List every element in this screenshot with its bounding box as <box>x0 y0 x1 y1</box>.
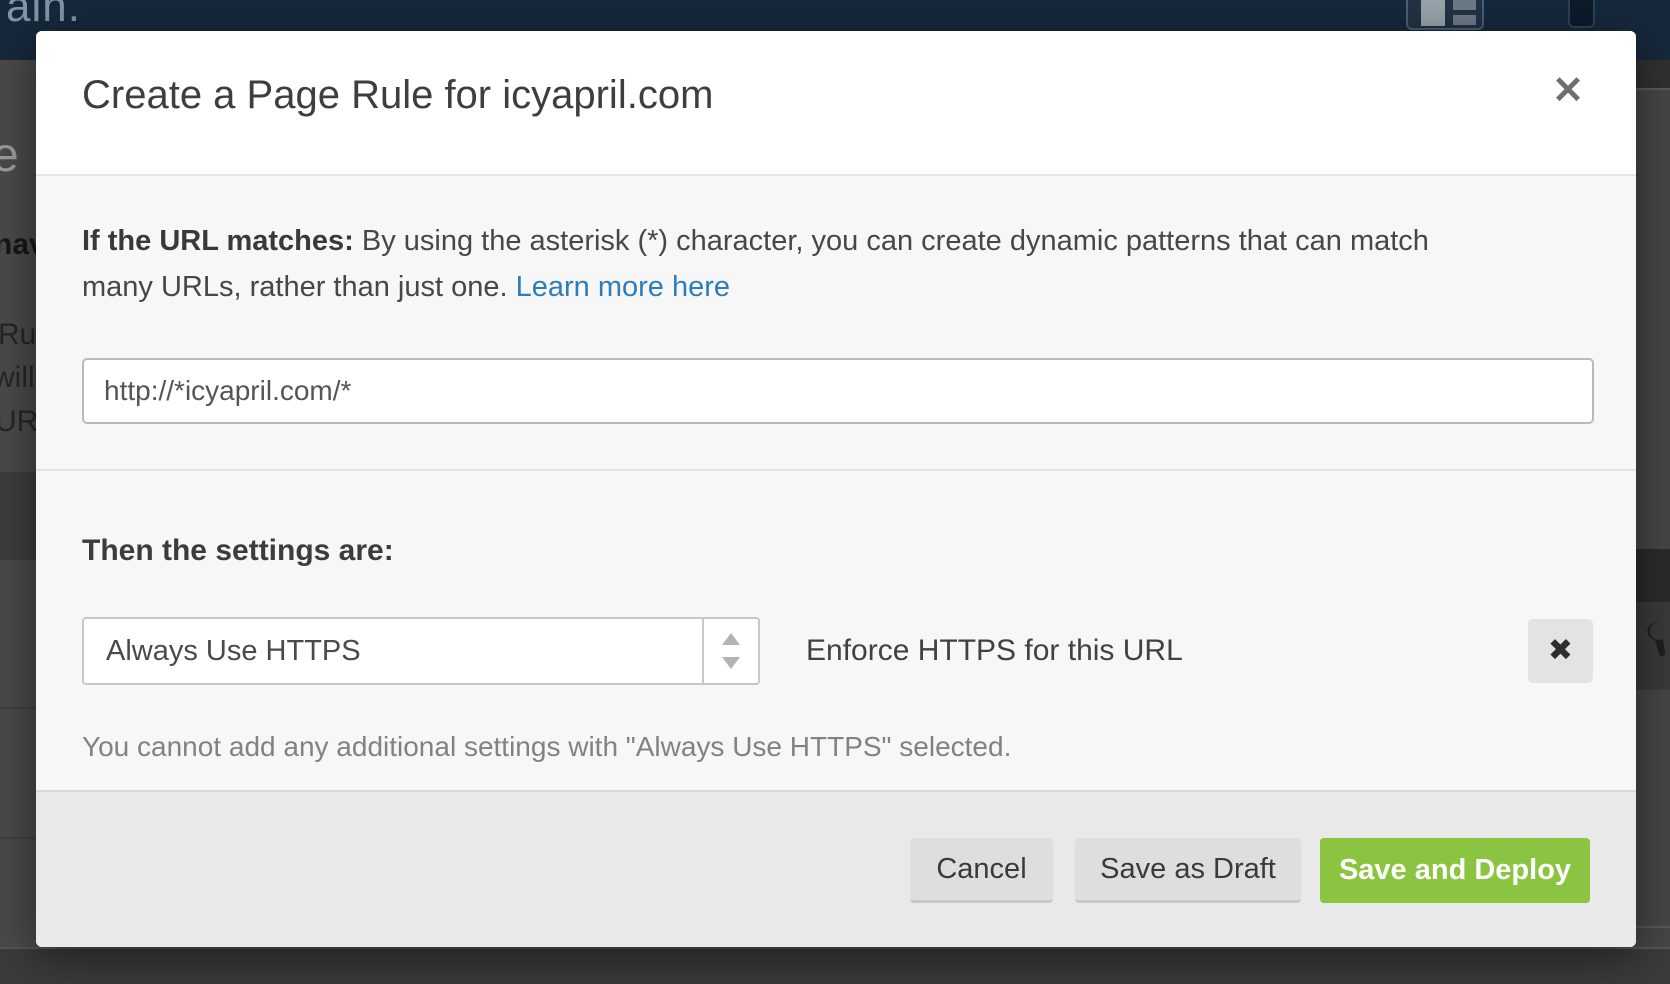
clipped-domain-text: ain. <box>6 0 81 32</box>
chevron-down-icon <box>722 657 740 669</box>
url-match-text-line1: By using the asterisk (*) character, you… <box>362 225 1429 257</box>
setting-note: You cannot add any additional settings w… <box>82 731 1011 763</box>
url-match-description: If the URL matches: By using the asteris… <box>82 218 1572 310</box>
cancel-button[interactable]: Cancel <box>910 838 1053 903</box>
dimmed-block <box>1636 60 1670 90</box>
save-as-draft-button[interactable]: Save as Draft <box>1075 838 1301 903</box>
divider <box>36 469 1636 471</box>
background-text-fragment: will <box>0 361 35 395</box>
url-match-label: If the URL matches: <box>82 225 354 257</box>
modal-title: Create a Page Rule for icyapril.com <box>82 73 713 118</box>
background-text-fragment: Ru <box>0 318 36 352</box>
background-text-fragment: UR <box>0 405 36 439</box>
save-and-deploy-button[interactable]: Save and Deploy <box>1320 838 1590 903</box>
settings-heading: Then the settings are: <box>82 534 394 568</box>
grid-view-icon <box>1421 0 1445 26</box>
partial-toolbar-icon <box>1568 0 1595 28</box>
divider <box>0 707 36 709</box>
page-rule-modal: Create a Page Rule for icyapril.com ✕ If… <box>36 31 1636 947</box>
dimmed-background-left: e nav Ru will UR <box>0 60 36 984</box>
wrench-icon <box>1639 620 1667 660</box>
dimmed-table-header <box>0 472 36 560</box>
modal-footer: Cancel Save as Draft Save and Deploy <box>36 790 1636 947</box>
select-stepper-icon <box>702 619 758 683</box>
setting-description: Enforce HTTPS for this URL <box>806 617 1183 685</box>
chevron-up-icon <box>722 633 740 645</box>
url-pattern-input[interactable] <box>82 358 1594 424</box>
dimmed-block <box>1636 549 1670 602</box>
modal-body: If the URL matches: By using the asteris… <box>36 176 1636 790</box>
background-text-fragment: e <box>0 128 19 183</box>
layout-toggle-icon <box>1406 0 1484 30</box>
setting-select-value: Always Use HTTPS <box>106 619 361 683</box>
dimmed-background-bottom <box>0 947 1670 984</box>
background-text-fragment: nav <box>0 228 36 262</box>
modal-header: Create a Page Rule for icyapril.com ✕ <box>36 31 1636 176</box>
divider <box>0 837 36 839</box>
setting-select[interactable]: Always Use HTTPS <box>82 617 760 685</box>
remove-setting-button[interactable]: ✖ <box>1528 619 1593 683</box>
close-icon[interactable]: ✕ <box>1544 67 1592 115</box>
learn-more-link[interactable]: Learn more here <box>516 271 730 303</box>
url-match-text-line2: many URLs, rather than just one. <box>82 271 508 303</box>
dimmed-block <box>1636 602 1670 690</box>
divider <box>1636 926 1670 928</box>
dimmed-background-right <box>1636 60 1670 984</box>
